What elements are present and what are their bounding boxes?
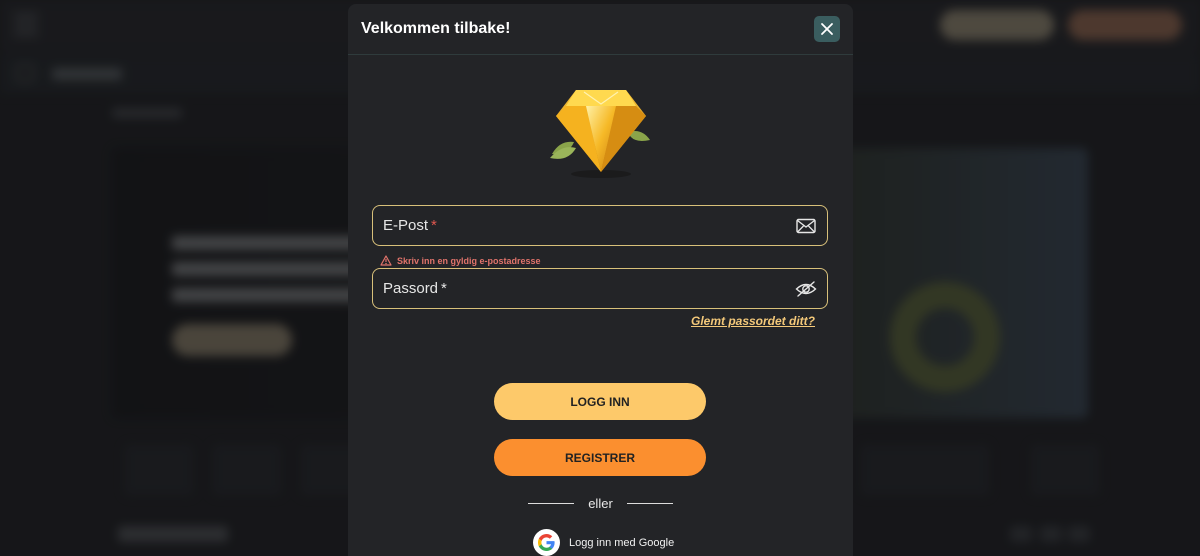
divider-line (626, 503, 673, 504)
close-button[interactable] (814, 16, 840, 42)
email-error: Skriv inn en gyldig e-postadresse (380, 255, 541, 266)
email-input[interactable] (373, 206, 827, 245)
google-icon (533, 529, 560, 556)
modal-header: Velkommen tilbake! (348, 4, 853, 55)
divider-text: eller (588, 496, 613, 511)
register-button[interactable]: REGISTRER (494, 439, 706, 476)
email-error-text: Skriv inn en gyldig e-postadresse (397, 255, 541, 266)
login-button[interactable]: LOGG INN (494, 383, 706, 420)
diamond-icon (550, 90, 650, 178)
close-icon (821, 23, 833, 35)
modal-title: Velkommen tilbake! (361, 20, 511, 37)
google-login-label: Logg inn med Google (569, 536, 675, 549)
login-modal: Velkommen tilbake! E-Post * Skriv inn en… (348, 4, 853, 556)
eye-icon[interactable] (795, 279, 817, 299)
divider-line (528, 503, 574, 504)
divider: eller (528, 496, 673, 511)
forgot-password-link[interactable]: Glemt passordet ditt? (691, 314, 815, 328)
email-field[interactable]: E-Post * (372, 205, 828, 246)
envelope-icon (796, 218, 816, 234)
google-login-button[interactable]: Logg inn med Google (533, 529, 674, 556)
password-input[interactable] (373, 269, 827, 308)
password-field[interactable]: Passord * (372, 268, 828, 309)
warning-icon (380, 255, 392, 266)
